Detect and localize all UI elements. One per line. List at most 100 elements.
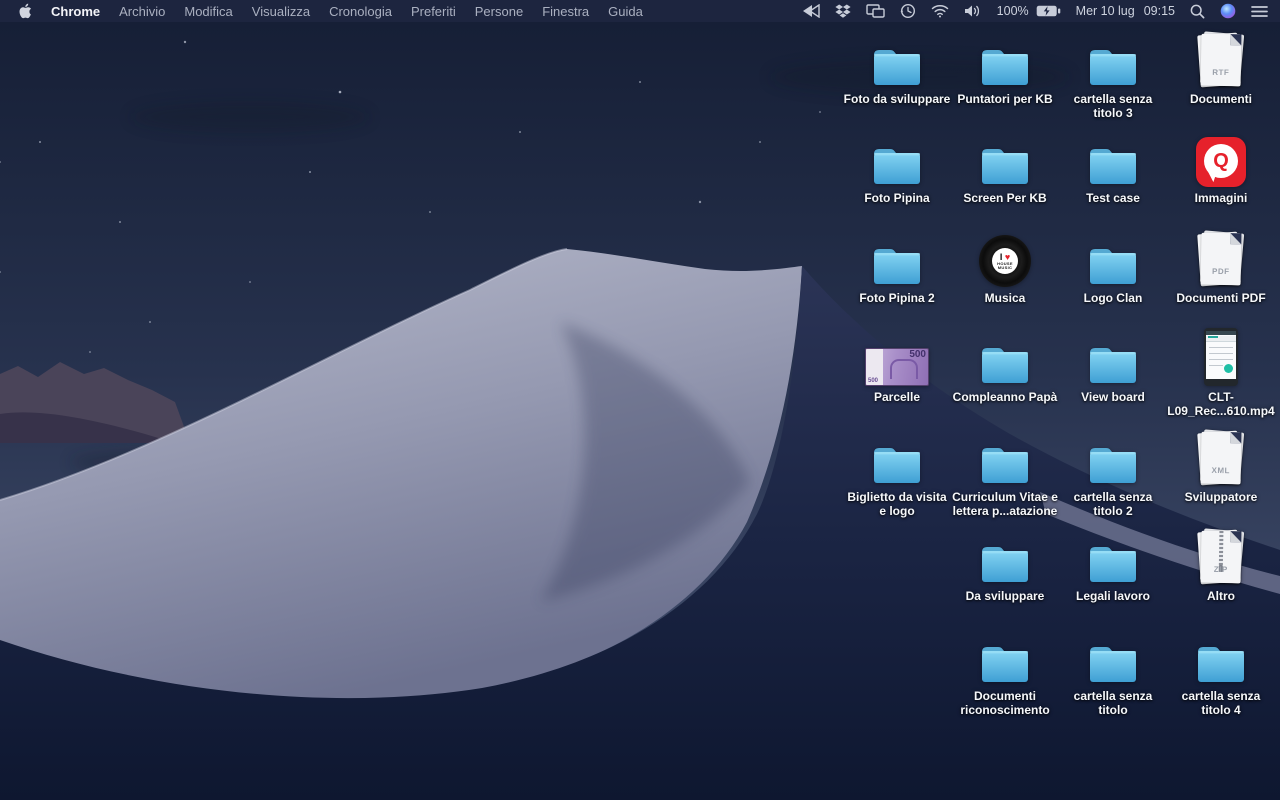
desktop-icon-cartella-senza-titolo-4[interactable]: cartella senza titolo 4 bbox=[1167, 627, 1275, 717]
icon-label: Da sviluppare bbox=[966, 590, 1045, 604]
desktop-icon-foto-pipina[interactable]: Foto Pipina bbox=[843, 129, 951, 206]
vinyl-line3: MUSIC bbox=[998, 266, 1012, 270]
desktop-icon-documenti[interactable]: RTF Documenti bbox=[1167, 30, 1275, 107]
folder-icon bbox=[1087, 245, 1139, 287]
icon-label: cartella senza titolo 3 bbox=[1059, 93, 1167, 120]
file-type-badge: RTF bbox=[1201, 68, 1241, 78]
menu-item-cronologia[interactable]: Cronologia bbox=[329, 4, 392, 19]
folder-icon bbox=[1087, 344, 1139, 386]
folder-icon bbox=[1087, 643, 1139, 685]
dropbox-icon[interactable] bbox=[835, 4, 851, 19]
folder-icon bbox=[979, 444, 1031, 486]
icon-label: Sviluppatore bbox=[1185, 491, 1258, 505]
icon-label: Puntatori per KB bbox=[957, 93, 1052, 107]
icon-label: Curriculum Vitae e lettera p...atazione bbox=[951, 491, 1059, 518]
menu-time: 09:15 bbox=[1144, 4, 1175, 18]
menu-item-modifica[interactable]: Modifica bbox=[184, 4, 232, 19]
desktop-icon-da-sviluppare[interactable]: Da sviluppare bbox=[951, 527, 1059, 604]
document-stack-icon: ZIP bbox=[1198, 529, 1244, 585]
icon-label: Parcelle bbox=[874, 391, 920, 405]
notification-center-icon[interactable] bbox=[1251, 5, 1268, 18]
desktop-icon-legali-lavoro[interactable]: Legali lavoro bbox=[1059, 527, 1167, 604]
desktop-icon-clt-l09-rec-610-mp4[interactable]: CLT- L09_Rec...610.mp4 bbox=[1167, 328, 1275, 418]
desktop-icon-compleanno-pap[interactable]: Compleanno Papà bbox=[951, 328, 1059, 405]
video-thumbnail-icon bbox=[1204, 328, 1238, 386]
folder-icon bbox=[1087, 543, 1139, 585]
spotlight-icon[interactable] bbox=[1190, 4, 1205, 19]
desktop-icon-cartella-senza-titolo-3[interactable]: cartella senza titolo 3 bbox=[1059, 30, 1167, 120]
desktop-icon-curriculum-vitae-e-lettera-p-atazione[interactable]: Curriculum Vitae e lettera p...atazione bbox=[951, 428, 1059, 518]
desktop-icon-logo-clan[interactable]: Logo Clan bbox=[1059, 229, 1167, 306]
desktop-icon-altro[interactable]: ZIP Altro bbox=[1167, 527, 1275, 604]
desktop-icon-puntatori-per-kb[interactable]: Puntatori per KB bbox=[951, 30, 1059, 107]
icon-label: cartella senza titolo 2 bbox=[1059, 491, 1167, 518]
folder-icon bbox=[1087, 444, 1139, 486]
vinyl-line1: I ♥ bbox=[1000, 252, 1010, 262]
folder-icon bbox=[871, 444, 923, 486]
menu-item-preferiti[interactable]: Preferiti bbox=[411, 4, 456, 19]
desktop-icon-cartella-senza-titolo[interactable]: cartella senza titolo bbox=[1059, 627, 1167, 717]
menu-bar: Chrome Archivio Modifica Visualizza Cron… bbox=[0, 0, 1280, 22]
icon-label: Documenti riconoscimento bbox=[951, 690, 1059, 717]
siri-icon[interactable] bbox=[1220, 3, 1236, 19]
icon-label: View board bbox=[1081, 391, 1145, 405]
vinyl-record-icon: I ♥ HOUSE MUSIC bbox=[979, 235, 1031, 287]
desktop-icon-documenti-pdf[interactable]: PDF Documenti PDF bbox=[1167, 229, 1275, 306]
icon-label: Biglietto da visita e logo bbox=[843, 491, 951, 518]
time-machine-icon[interactable] bbox=[900, 3, 916, 19]
folder-icon bbox=[1195, 643, 1247, 685]
desktop-icon-documenti-riconoscimento[interactable]: Documenti riconoscimento bbox=[951, 627, 1059, 717]
menu-clock[interactable]: Mer 10 lug 09:15 bbox=[1076, 4, 1175, 18]
icon-label: cartella senza titolo 4 bbox=[1167, 690, 1275, 717]
icon-label: Legali lavoro bbox=[1076, 590, 1150, 604]
folder-icon bbox=[1087, 46, 1139, 88]
icon-label: Immagini bbox=[1195, 192, 1248, 206]
folder-icon bbox=[1087, 145, 1139, 187]
desktop-icon-foto-da-sviluppare[interactable]: Foto da sviluppare bbox=[843, 30, 951, 107]
icon-label: Foto Pipina 2 bbox=[859, 292, 934, 306]
desktop-icon-parcelle[interactable]: 500 500 Parcelle bbox=[843, 328, 951, 405]
double-arrow-icon[interactable] bbox=[802, 4, 820, 18]
desktop-icon-test-case[interactable]: Test case bbox=[1059, 129, 1167, 206]
wifi-icon[interactable] bbox=[931, 4, 949, 18]
apple-menu[interactable] bbox=[18, 3, 32, 19]
banknote-icon: 500 500 bbox=[865, 348, 929, 386]
icon-label: Foto Pipina bbox=[864, 192, 929, 206]
battery-percent: 100% bbox=[997, 4, 1029, 18]
menu-item-chrome[interactable]: Chrome bbox=[51, 4, 100, 19]
file-type-badge: ZIP bbox=[1201, 565, 1241, 575]
desktop-icon-sviluppatore[interactable]: XML Sviluppatore bbox=[1167, 428, 1275, 505]
desktop-icon-view-board[interactable]: View board bbox=[1059, 328, 1167, 405]
icon-label: Musica bbox=[985, 292, 1026, 306]
folder-icon bbox=[979, 344, 1031, 386]
icon-label: Screen Per KB bbox=[963, 192, 1046, 206]
icon-label: cartella senza titolo bbox=[1059, 690, 1167, 717]
desktop-icon-screen-per-kb[interactable]: Screen Per KB bbox=[951, 129, 1059, 206]
desktop-icon-immagini[interactable]: Q Immagini bbox=[1167, 129, 1275, 206]
volume-icon[interactable] bbox=[964, 4, 982, 18]
folder-icon bbox=[979, 643, 1031, 685]
icon-label: Foto da sviluppare bbox=[844, 93, 951, 107]
menu-item-guida[interactable]: Guida bbox=[608, 4, 643, 19]
icon-label: Documenti PDF bbox=[1176, 292, 1265, 306]
document-stack-icon: RTF bbox=[1198, 32, 1244, 88]
display-mirroring-icon[interactable] bbox=[866, 4, 885, 19]
folder-icon bbox=[979, 543, 1031, 585]
menu-item-visualizza[interactable]: Visualizza bbox=[252, 4, 310, 19]
battery-charging-icon[interactable] bbox=[1036, 5, 1061, 17]
icon-label: CLT- L09_Rec...610.mp4 bbox=[1167, 391, 1274, 418]
desktop-icon-biglietto-da-visita-e-logo[interactable]: Biglietto da visita e logo bbox=[843, 428, 951, 518]
menu-item-persone[interactable]: Persone bbox=[475, 4, 523, 19]
menu-item-finestra[interactable]: Finestra bbox=[542, 4, 589, 19]
desktop-icon-cartella-senza-titolo-2[interactable]: cartella senza titolo 2 bbox=[1059, 428, 1167, 518]
desktop-icon-grid: Foto da sviluppare Puntatori per KB cart… bbox=[0, 0, 1280, 800]
desktop-icon-foto-pipina-2[interactable]: Foto Pipina 2 bbox=[843, 229, 951, 306]
folder-icon bbox=[979, 46, 1031, 88]
banknote-value-small: 500 bbox=[868, 378, 878, 384]
menu-item-archivio[interactable]: Archivio bbox=[119, 4, 165, 19]
desktop-icon-musica[interactable]: I ♥ HOUSE MUSIC Musica bbox=[951, 229, 1059, 306]
document-stack-icon: XML bbox=[1198, 430, 1244, 486]
folder-icon bbox=[979, 145, 1031, 187]
apple-logo-icon bbox=[18, 3, 32, 19]
icon-label: Documenti bbox=[1190, 93, 1252, 107]
